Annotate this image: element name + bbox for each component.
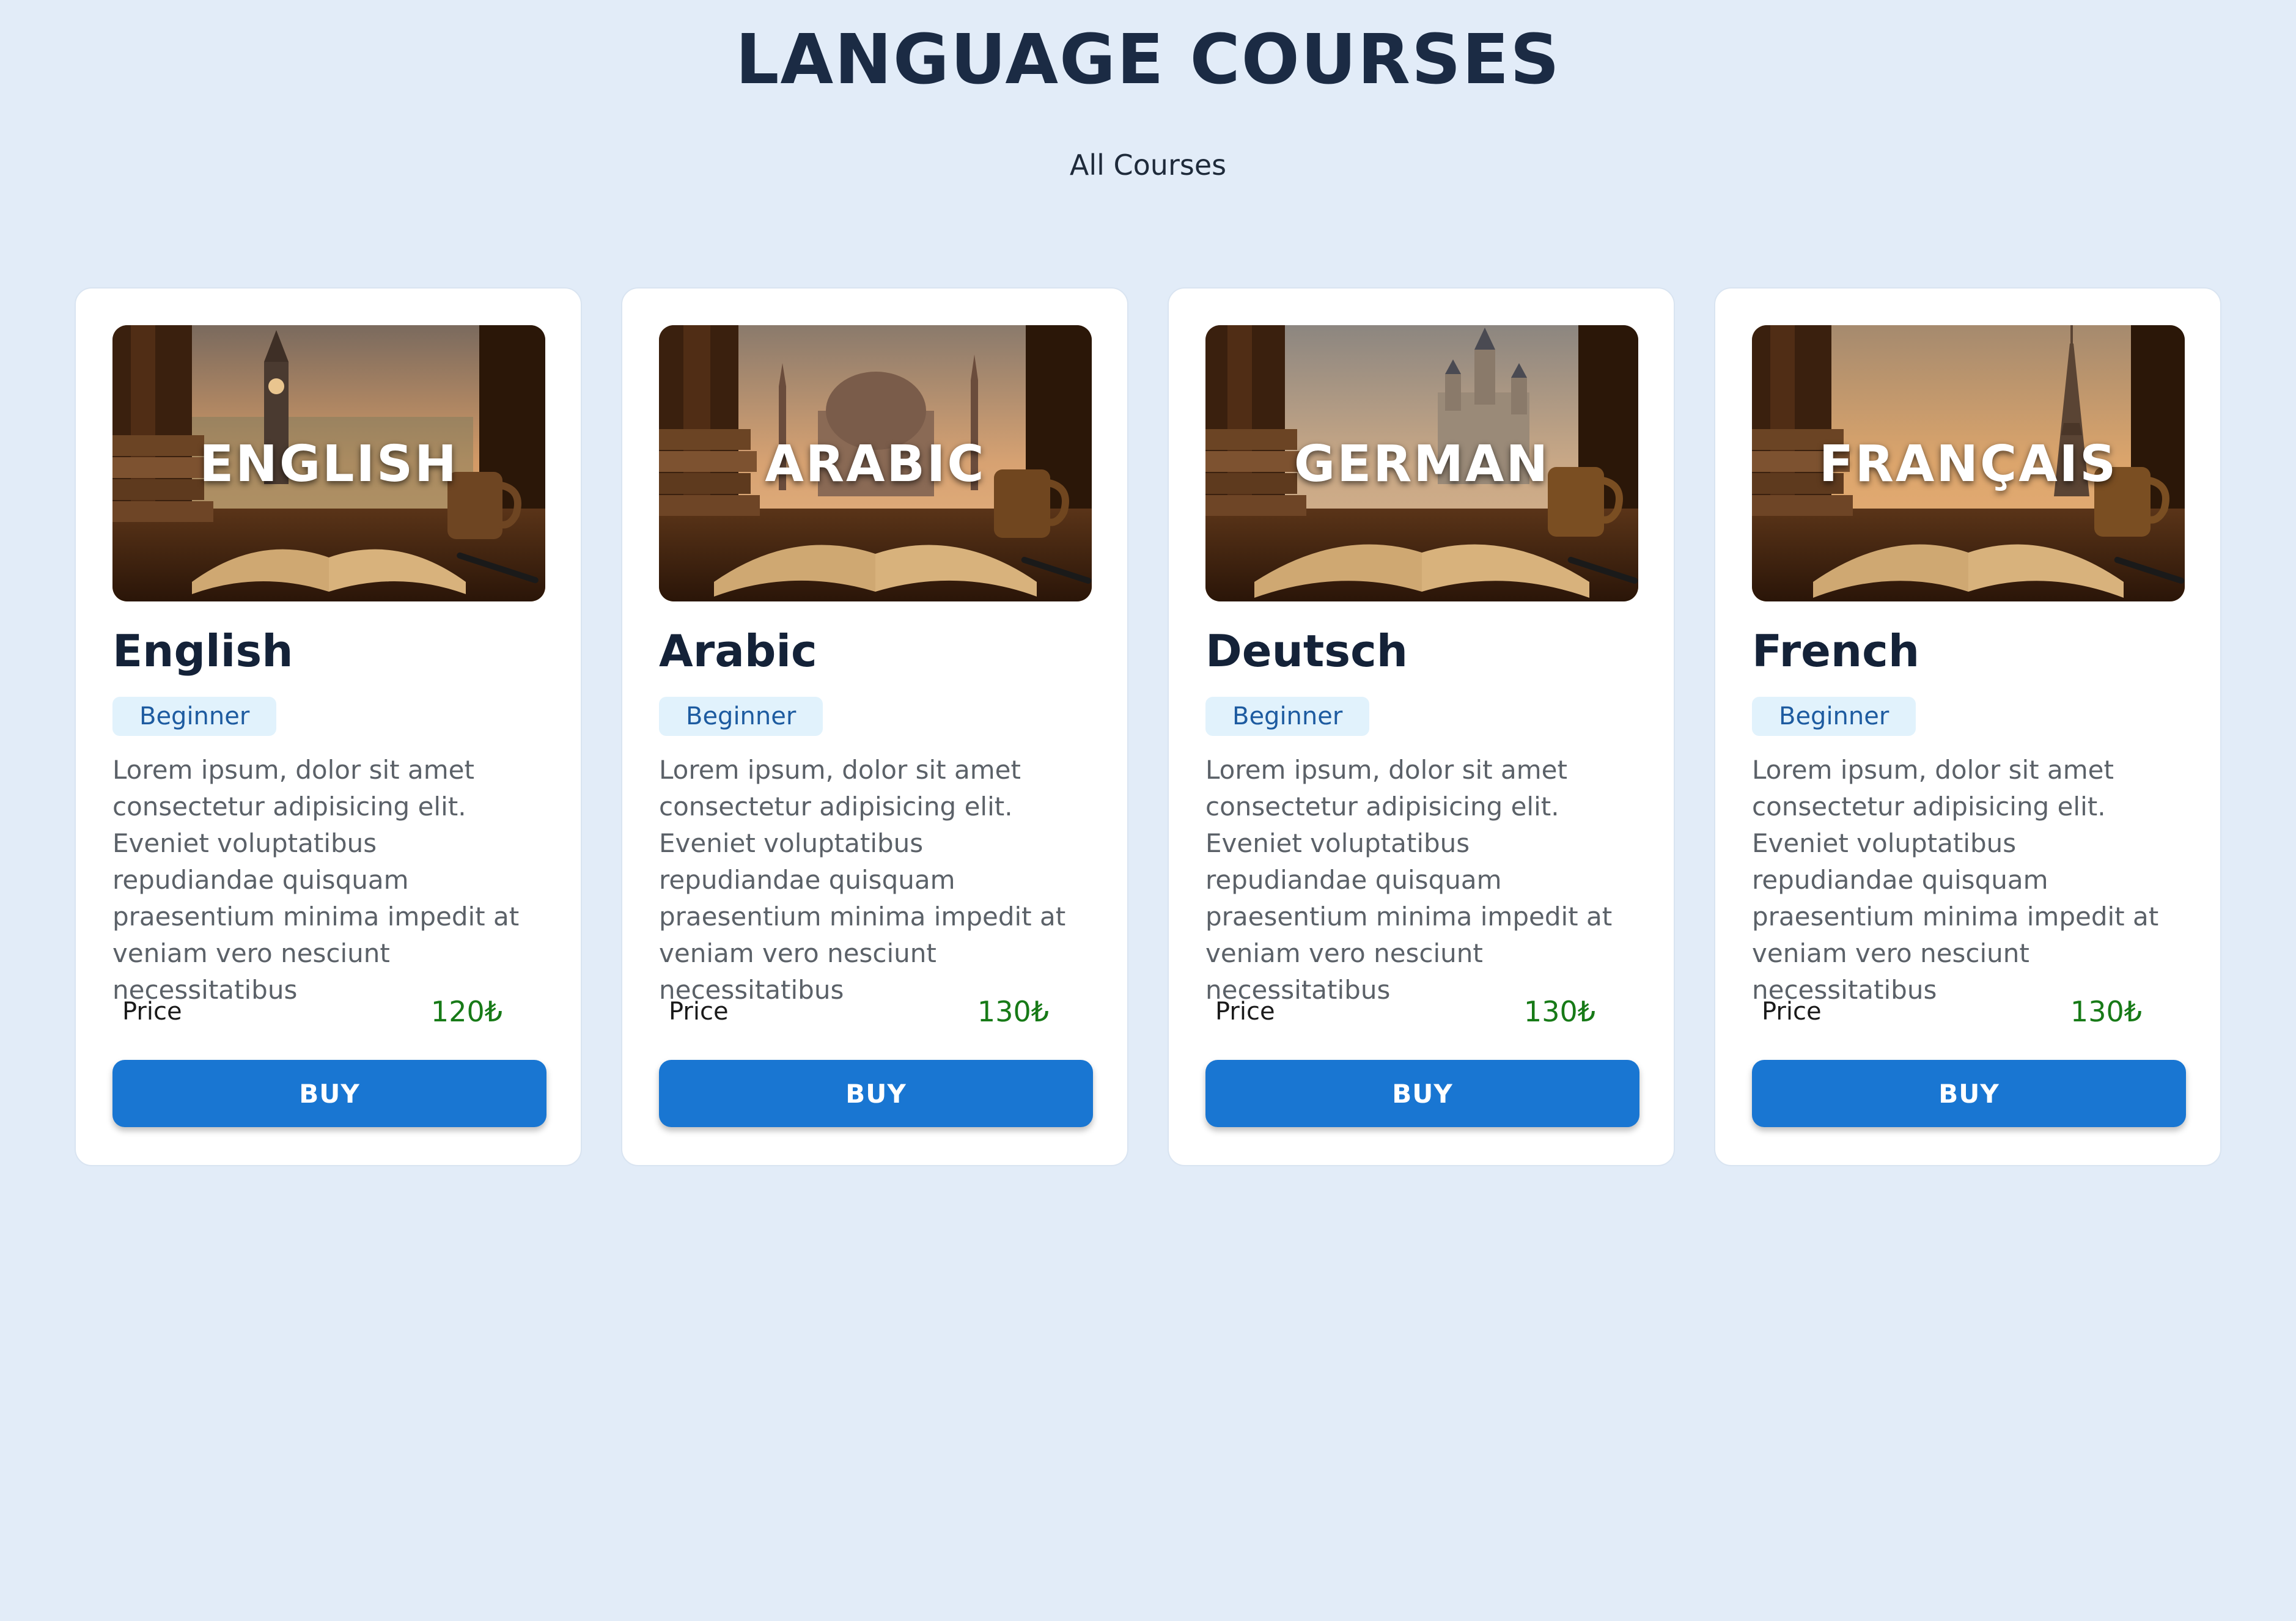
page-title: LANGUAGE COURSES: [735, 20, 1561, 100]
course-image-label: FRANÇAIS: [1819, 435, 2118, 493]
price-value: 130₺: [977, 995, 1049, 1028]
course-image: FRANÇAIS: [1752, 325, 2185, 601]
price-label: Price: [122, 998, 182, 1026]
price-row: Price 130₺: [1762, 995, 2142, 1028]
page: LANGUAGE COURSES All Courses ENGLISH Eng…: [0, 0, 2296, 1621]
course-title: Deutsch: [1205, 625, 1408, 677]
filter-bar: All Courses: [0, 147, 2296, 183]
level-badge: Beginner: [659, 697, 823, 736]
price-row: Price 130₺: [669, 995, 1049, 1028]
buy-button[interactable]: BUY: [1752, 1060, 2186, 1127]
level-badge: Beginner: [1205, 697, 1370, 736]
course-description: Lorem ipsum, dolor sit amet consectetur …: [1205, 755, 1613, 1005]
course-card: ENGLISH English Beginner Lorem ipsum, do…: [75, 287, 582, 1166]
price-value: 120₺: [430, 995, 502, 1028]
price-value: 130₺: [1523, 995, 1595, 1028]
course-image-label: ARABIC: [765, 435, 986, 493]
course-card: ARABIC Arabic Beginner Lorem ipsum, dolo…: [621, 287, 1128, 1166]
price-value: 130₺: [2070, 995, 2142, 1028]
buy-button[interactable]: BUY: [659, 1060, 1093, 1127]
course-description: Lorem ipsum, dolor sit amet consectetur …: [112, 755, 520, 1005]
price-label: Price: [669, 998, 729, 1026]
course-title: Arabic: [659, 625, 817, 677]
course-image-label: ENGLISH: [199, 435, 458, 493]
level-badge: Beginner: [112, 697, 277, 736]
course-title: French: [1752, 625, 1920, 677]
course-title: English: [112, 625, 293, 677]
buy-button[interactable]: BUY: [1205, 1060, 1639, 1127]
course-description: Lorem ipsum, dolor sit amet consectetur …: [659, 755, 1066, 1005]
price-label: Price: [1762, 998, 1822, 1026]
course-image-label: GERMAN: [1293, 435, 1550, 493]
price-label: Price: [1215, 998, 1275, 1026]
price-row: Price 120₺: [122, 995, 502, 1028]
course-card: GERMAN Deutsch Beginner Lorem ipsum, dol…: [1168, 287, 1675, 1166]
course-image: ENGLISH: [112, 325, 545, 601]
course-list: ENGLISH English Beginner Lorem ipsum, do…: [75, 287, 2221, 1166]
all-courses-filter[interactable]: All Courses: [1070, 149, 1226, 182]
level-badge: Beginner: [1752, 697, 1916, 736]
course-card: FRANÇAIS French Beginner Lorem ipsum, do…: [1714, 287, 2221, 1166]
buy-button[interactable]: BUY: [112, 1060, 546, 1127]
course-description: Lorem ipsum, dolor sit amet consectetur …: [1752, 755, 2159, 1005]
course-image: ARABIC: [659, 325, 1092, 601]
price-row: Price 130₺: [1215, 995, 1595, 1028]
course-image: GERMAN: [1205, 325, 1638, 601]
